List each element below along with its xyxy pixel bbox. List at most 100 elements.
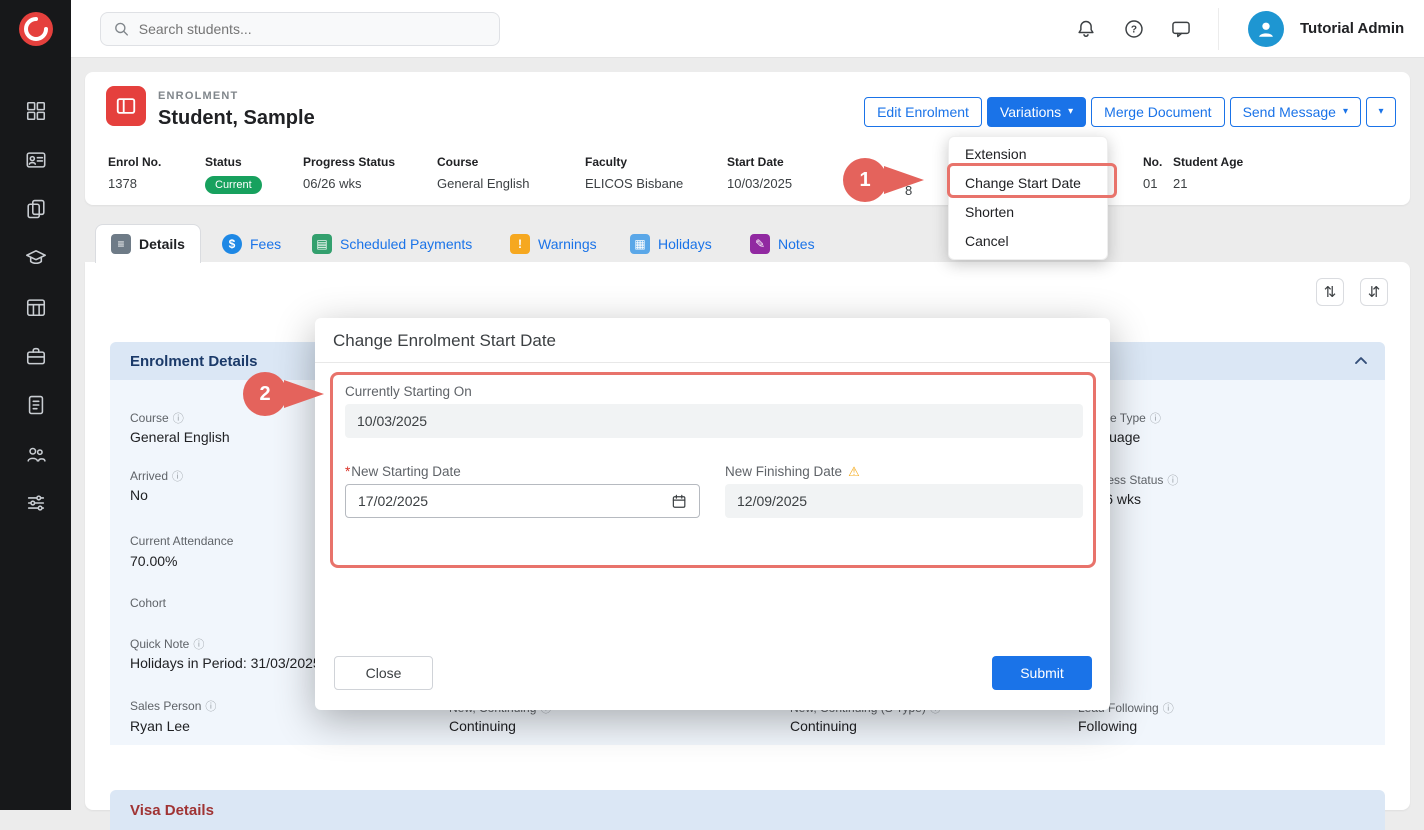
app-logo[interactable] (0, 0, 71, 58)
scheduled-payments-icon: ▤ (312, 234, 332, 254)
briefcase-icon (25, 345, 47, 367)
variations-button[interactable]: Variations▾ (987, 97, 1086, 127)
visa-section-title: Visa Details (130, 802, 214, 819)
expand-all-button[interactable]: ⇅ (1316, 278, 1344, 306)
caret-down-icon: ▾ (1378, 107, 1383, 117)
field-label-cohort: Cohort (130, 596, 166, 610)
info-icon: ⓘ (172, 471, 183, 483)
user-icon (1255, 18, 1277, 40)
sidebar-item-agents[interactable] (0, 331, 71, 380)
annotation-step-1: 1 (843, 158, 887, 202)
more-actions-button[interactable]: ▾ (1366, 97, 1396, 127)
sort-expand-icon: ⇅ (1324, 283, 1337, 301)
tab-warnings[interactable]: ! Warnings (510, 232, 597, 256)
invoice-icon (25, 394, 47, 416)
field-value-current-attendance: 70.00% (130, 553, 177, 569)
status-badge: Current (205, 176, 262, 194)
graduation-cap-icon (25, 247, 47, 269)
field-student-age: Student Age 21 (1173, 155, 1243, 191)
annotation-arrow-1 (884, 166, 924, 194)
info-icon: ⓘ (1163, 703, 1174, 715)
send-message-button[interactable]: Send Message▾ (1230, 97, 1361, 127)
annotation-step-2: 2 (243, 372, 287, 416)
field-value-new-continuing: Continuing (449, 718, 516, 734)
fees-icon: $ (222, 234, 242, 254)
sidebar-item-dashboard[interactable] (0, 86, 71, 135)
merge-document-button[interactable]: Merge Document (1091, 97, 1224, 127)
user-name: Tutorial Admin (1300, 20, 1404, 37)
chat-button[interactable] (1169, 17, 1193, 41)
field-value-arrived: No (130, 487, 148, 503)
record-type-label: ENROLMENT (158, 90, 238, 102)
bell-icon (1075, 18, 1097, 40)
submit-button[interactable]: Submit (992, 656, 1092, 690)
sort-collapse-icon: ⇵ (1368, 283, 1381, 301)
search-icon (113, 20, 130, 38)
field-label-arrived: Arrivedⓘ (130, 468, 183, 484)
modal-title: Change Enrolment Start Date (333, 331, 556, 351)
people-icon (25, 443, 47, 465)
search-box[interactable] (100, 12, 500, 46)
field-label-sales-person: Sales Personⓘ (130, 698, 216, 714)
notifications-button[interactable] (1074, 17, 1098, 41)
caret-down-icon: ▾ (1343, 107, 1348, 117)
annotation-highlight-2 (330, 372, 1096, 568)
info-icon: ⓘ (1167, 475, 1178, 487)
field-enrol-no: Enrol No. 1378 (108, 155, 161, 191)
help-icon: ? (1123, 18, 1145, 40)
menu-item-cancel[interactable]: Cancel (949, 227, 1107, 256)
variations-menu: Extension Change Start Date Shorten Canc… (948, 136, 1108, 260)
sliders-icon (25, 492, 47, 514)
sidebar-item-courses[interactable] (0, 233, 71, 282)
chat-icon (1170, 18, 1192, 40)
sidebar-item-finance[interactable] (0, 380, 71, 429)
field-label-course: Courseⓘ (130, 410, 184, 426)
tab-scheduled-payments[interactable]: ▤ Scheduled Payments (312, 232, 472, 256)
visa-details-header[interactable]: Visa Details (110, 790, 1385, 830)
annotation-highlight-1 (947, 163, 1117, 198)
logo-icon (17, 10, 55, 48)
search-input[interactable] (139, 21, 487, 37)
help-button[interactable]: ? (1122, 17, 1146, 41)
sidebar-item-students[interactable] (0, 135, 71, 184)
field-label-quick-note: Quick Noteⓘ (130, 636, 204, 652)
field-start-date: Start Date 10/03/2025 (727, 155, 792, 191)
panel-icon (115, 95, 137, 117)
field-progress-status: Progress Status 06/26 wks (303, 155, 395, 191)
dashboard-icon (25, 100, 47, 122)
edit-enrolment-button[interactable]: Edit Enrolment (864, 97, 982, 127)
sidebar-item-enrolments[interactable] (0, 184, 71, 233)
field-label-current-attendance: Current Attendance (130, 534, 233, 548)
info-icon: ⓘ (205, 701, 216, 713)
notes-icon: ✎ (750, 234, 770, 254)
field-faculty: Faculty ELICOS Bisbane (585, 155, 683, 191)
modal-divider (315, 362, 1110, 363)
field-value-course: General English (130, 429, 230, 445)
header-actions: Edit Enrolment Variations▾ Merge Documen… (864, 97, 1396, 127)
tab-details[interactable]: ≡ Details (95, 224, 201, 263)
avatar[interactable] (1248, 11, 1284, 47)
copy-pages-icon (25, 198, 47, 220)
tab-fees[interactable]: $ Fees (222, 232, 281, 256)
info-icon: ⓘ (1150, 413, 1161, 425)
sidebar-item-settings[interactable] (0, 478, 71, 527)
field-value-new-continuing-stype: Continuing (790, 718, 857, 734)
info-icon: ⓘ (173, 413, 184, 425)
page-title: Student, Sample (158, 107, 315, 130)
sidebar-item-community[interactable] (0, 429, 71, 478)
info-icon: ⓘ (193, 639, 204, 651)
caret-down-icon: ▾ (1068, 107, 1073, 117)
field-no-fragment: No. 01 (1143, 155, 1162, 191)
close-button[interactable]: Close (334, 656, 433, 690)
field-value-lead-following: Following (1078, 718, 1137, 734)
annotation-arrow-2 (284, 380, 324, 408)
menu-item-shorten[interactable]: Shorten (949, 198, 1107, 227)
table-icon (25, 296, 47, 318)
id-card-icon (25, 149, 47, 171)
field-course: Course General English (437, 155, 530, 191)
sidebar-item-timetables[interactable] (0, 282, 71, 331)
collapse-section-button[interactable] (1350, 350, 1372, 372)
collapse-all-button[interactable]: ⇵ (1360, 278, 1388, 306)
tab-holidays[interactable]: ▦ Holidays (630, 232, 712, 256)
tab-notes[interactable]: ✎ Notes (750, 232, 815, 256)
